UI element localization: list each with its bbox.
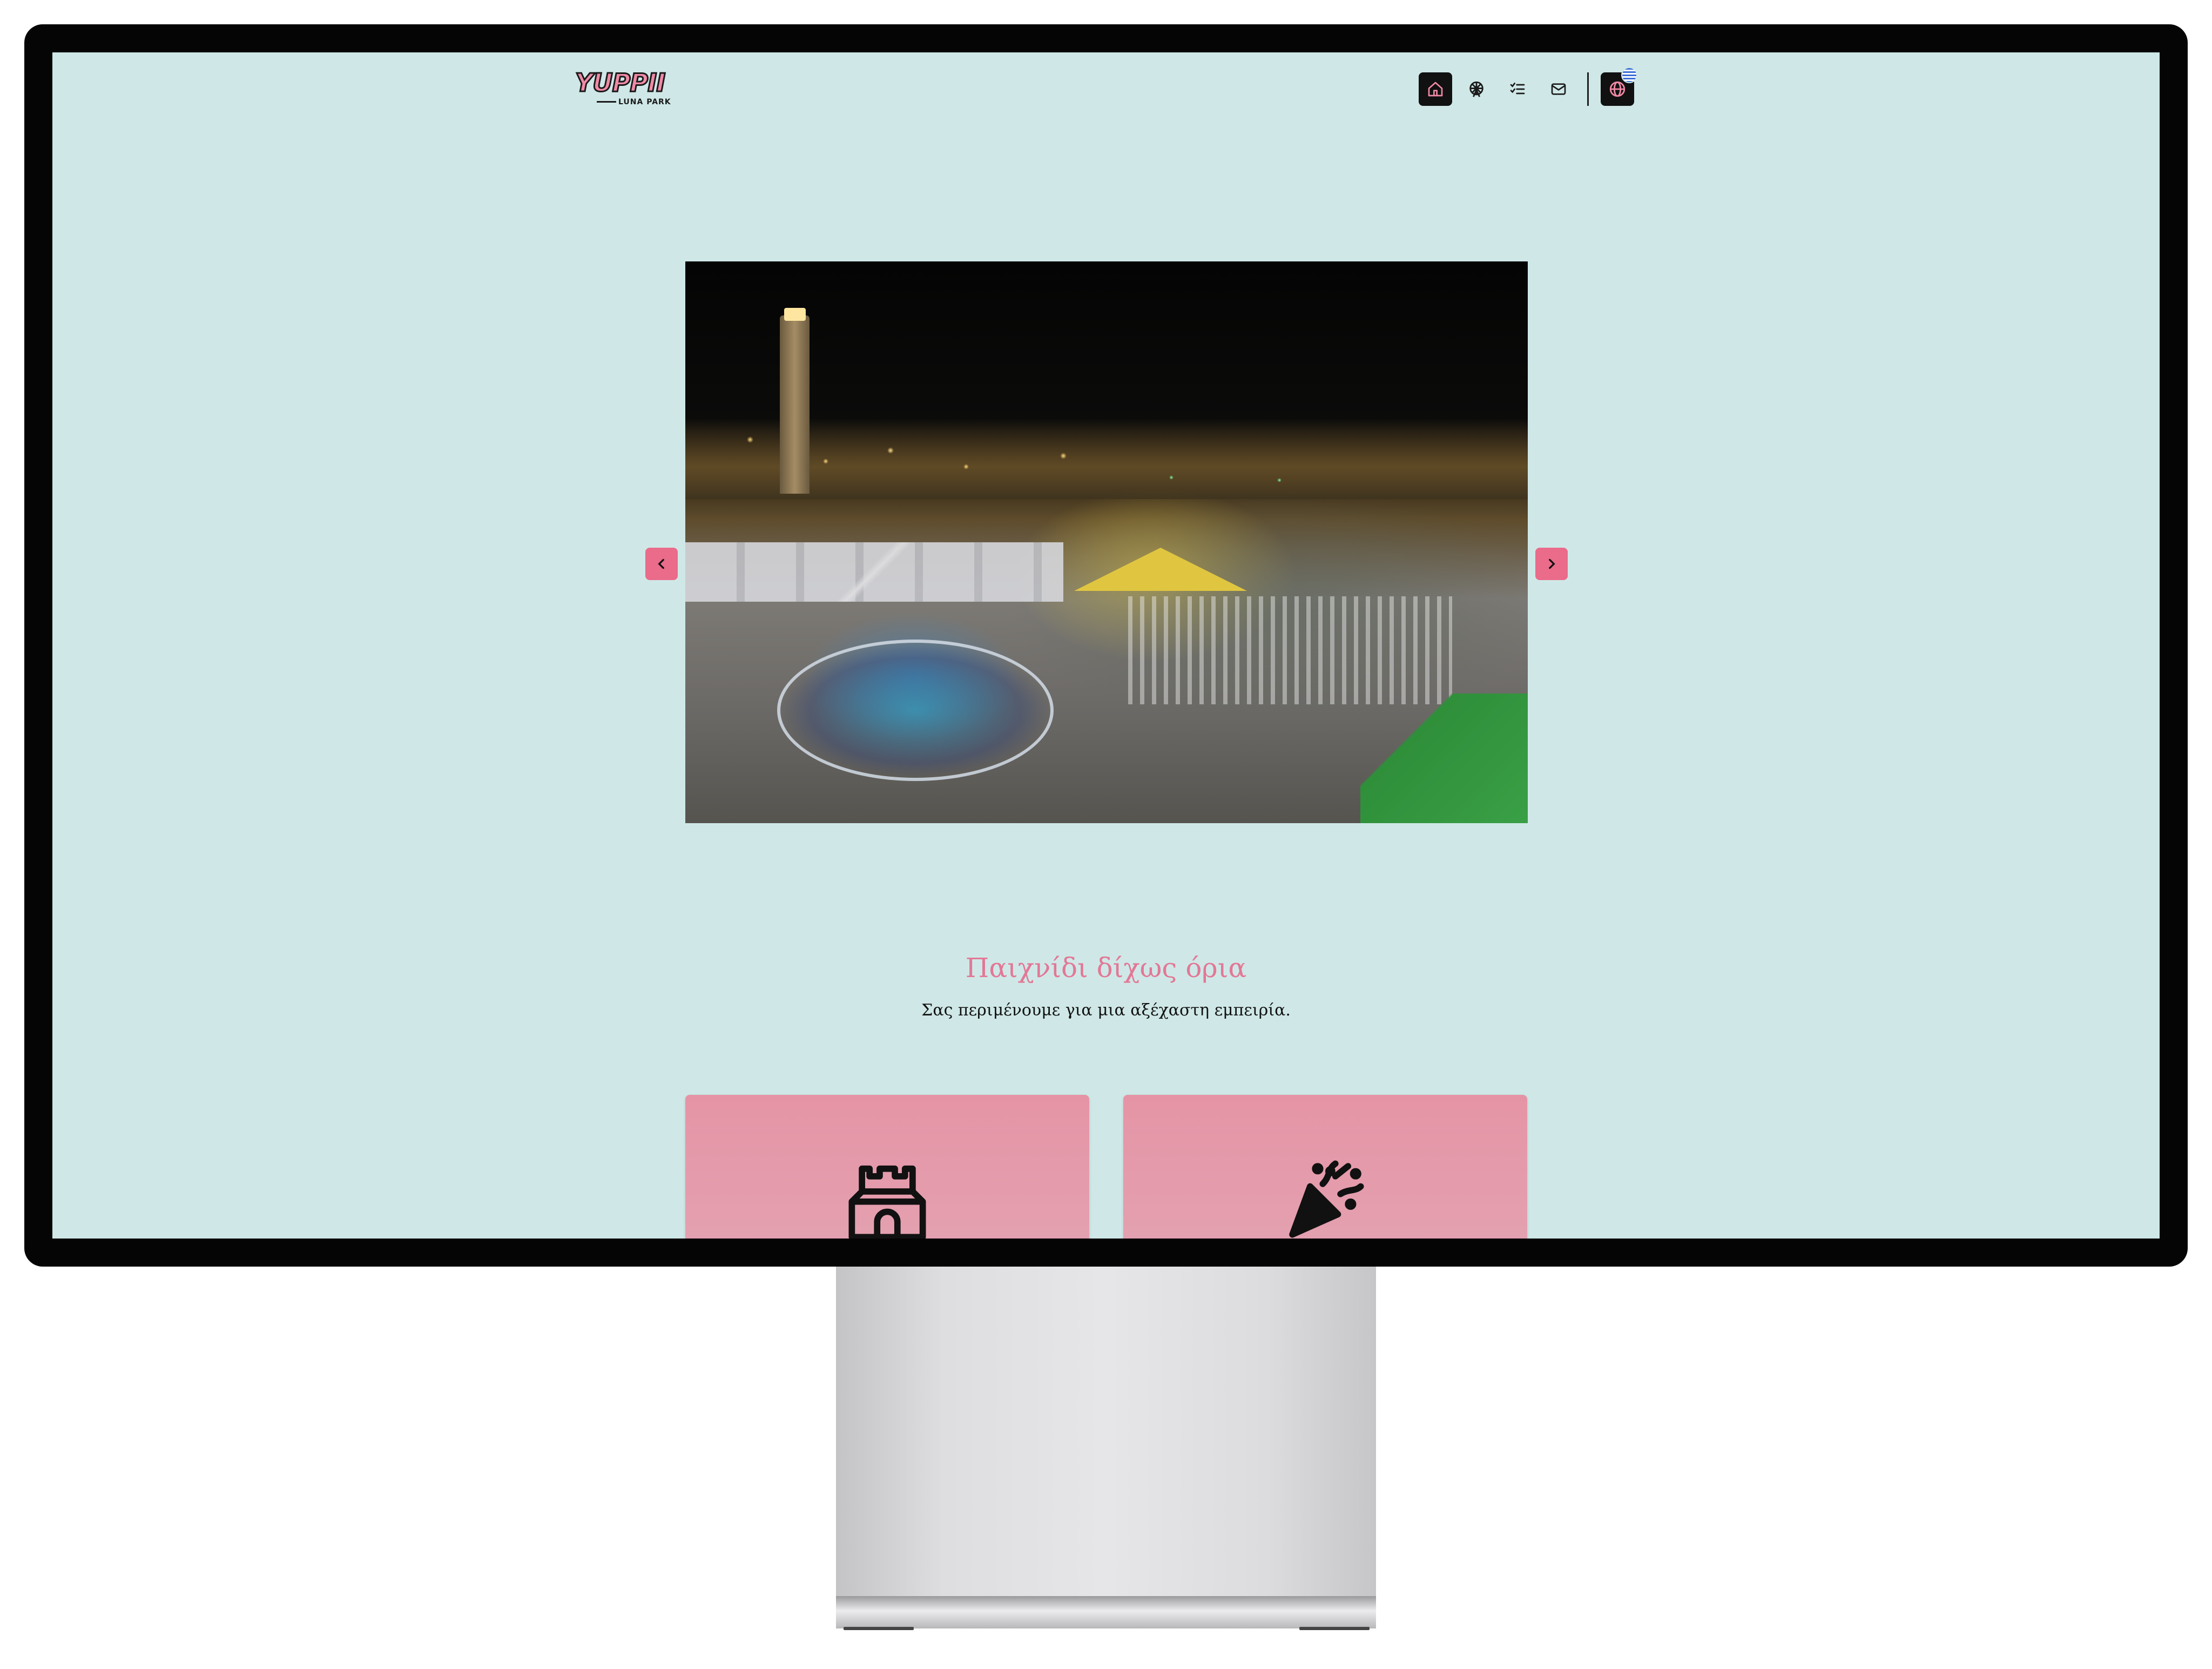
carousel-prev-button[interactable] [645, 548, 678, 580]
ferris-wheel-icon [1469, 81, 1483, 97]
party-popper-icon [1289, 1160, 1364, 1238]
home-icon [1428, 82, 1443, 97]
carnival-ride [777, 640, 1054, 781]
feature-card-party[interactable] [1123, 1095, 1527, 1239]
language-button[interactable] [1601, 67, 1637, 106]
logo-title: YUPPII [574, 68, 666, 98]
nav-rides-button[interactable] [1460, 72, 1493, 106]
castle-icon [848, 1165, 926, 1239]
logo-underline [597, 101, 616, 103]
logo-subtitle: LUNA PARK [618, 98, 671, 106]
main-nav [1419, 67, 1637, 106]
nav-divider [1587, 72, 1589, 106]
section-subtext: Σας περιμένουμε για μια αξέχαστη εμπειρί… [921, 1001, 1291, 1020]
greek-flag-icon [1621, 67, 1637, 83]
monitor-stand-base [836, 1596, 1376, 1628]
chevron-right-icon [1549, 558, 1555, 569]
feature-card-castle[interactable] [685, 1095, 1089, 1239]
lighthouse [780, 308, 810, 494]
monitor-frame: YUPPII LUNA PARK Παιχνίδι δίχως όρια Σας… [24, 24, 2188, 1267]
carousel-next-button[interactable] [1535, 548, 1568, 580]
section-headline: Παιχνίδι δίχως όρια [965, 952, 1247, 984]
monitor-stand [836, 1267, 1376, 1596]
nav-contact-button[interactable] [1542, 72, 1575, 106]
nav-home-button[interactable] [1419, 72, 1452, 106]
browser-viewport: YUPPII LUNA PARK Παιχνίδι δίχως όρια Σας… [52, 52, 2160, 1239]
site-logo[interactable]: YUPPII LUNA PARK [574, 68, 683, 111]
mail-icon [1551, 83, 1566, 95]
nav-list-button[interactable] [1501, 72, 1534, 106]
globe-icon [1609, 81, 1626, 97]
carousel-slide-image [685, 261, 1528, 823]
chevron-left-icon [658, 558, 664, 569]
checklist-icon [1510, 83, 1525, 95]
